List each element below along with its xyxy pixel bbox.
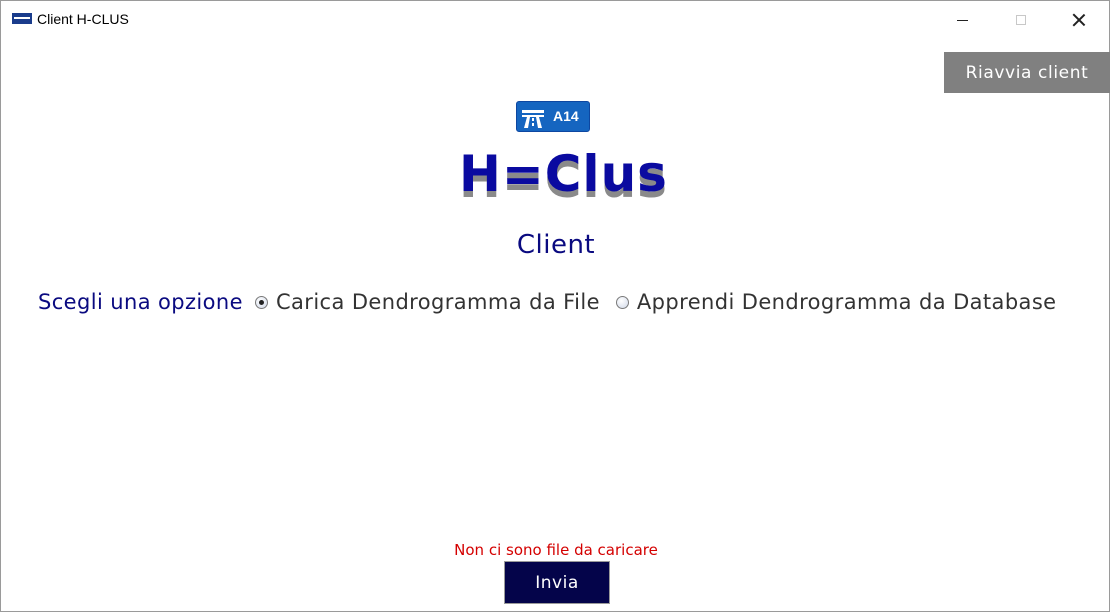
option-selector: Scegli una opzione Carica Dendrogramma d…	[38, 287, 1057, 317]
submit-button[interactable]: Invia	[504, 561, 610, 604]
app-window: Client H-CLUS Riavvia client A14 H=Clus …	[0, 0, 1110, 612]
app-logo: H=Clus H=Clus	[1, 141, 1110, 211]
maximize-icon	[1016, 15, 1026, 25]
page-subtitle: Client	[516, 230, 596, 260]
app-icon	[12, 13, 32, 24]
minimize-icon	[956, 19, 968, 21]
status-message: Non ci sono file da caricare	[454, 541, 658, 559]
radio-unchecked-icon[interactable]	[615, 295, 629, 309]
radio-checked-icon[interactable]	[254, 295, 268, 309]
close-button[interactable]	[1050, 1, 1108, 39]
option-label[interactable]: Carica Dendrogramma da File	[276, 290, 600, 314]
option-load-from-file[interactable]: Carica Dendrogramma da File	[254, 290, 600, 314]
option-label[interactable]: Apprendi Dendrogramma da Database	[637, 290, 1057, 314]
window-title: Client H-CLUS	[37, 11, 129, 27]
close-icon	[1072, 13, 1086, 27]
title-bar[interactable]: Client H-CLUS	[1, 1, 1109, 39]
logo-text: H=Clus	[459, 145, 668, 203]
restart-client-button[interactable]: Riavvia client	[944, 52, 1110, 93]
sign-label: A14	[553, 108, 579, 124]
maximize-button[interactable]	[992, 1, 1050, 39]
minimize-button[interactable]	[933, 1, 991, 39]
option-learn-from-database[interactable]: Apprendi Dendrogramma da Database	[615, 290, 1057, 314]
motorway-sign-logo: A14	[516, 101, 590, 132]
motorway-icon	[522, 110, 544, 128]
option-prompt: Scegli una opzione	[38, 290, 243, 314]
